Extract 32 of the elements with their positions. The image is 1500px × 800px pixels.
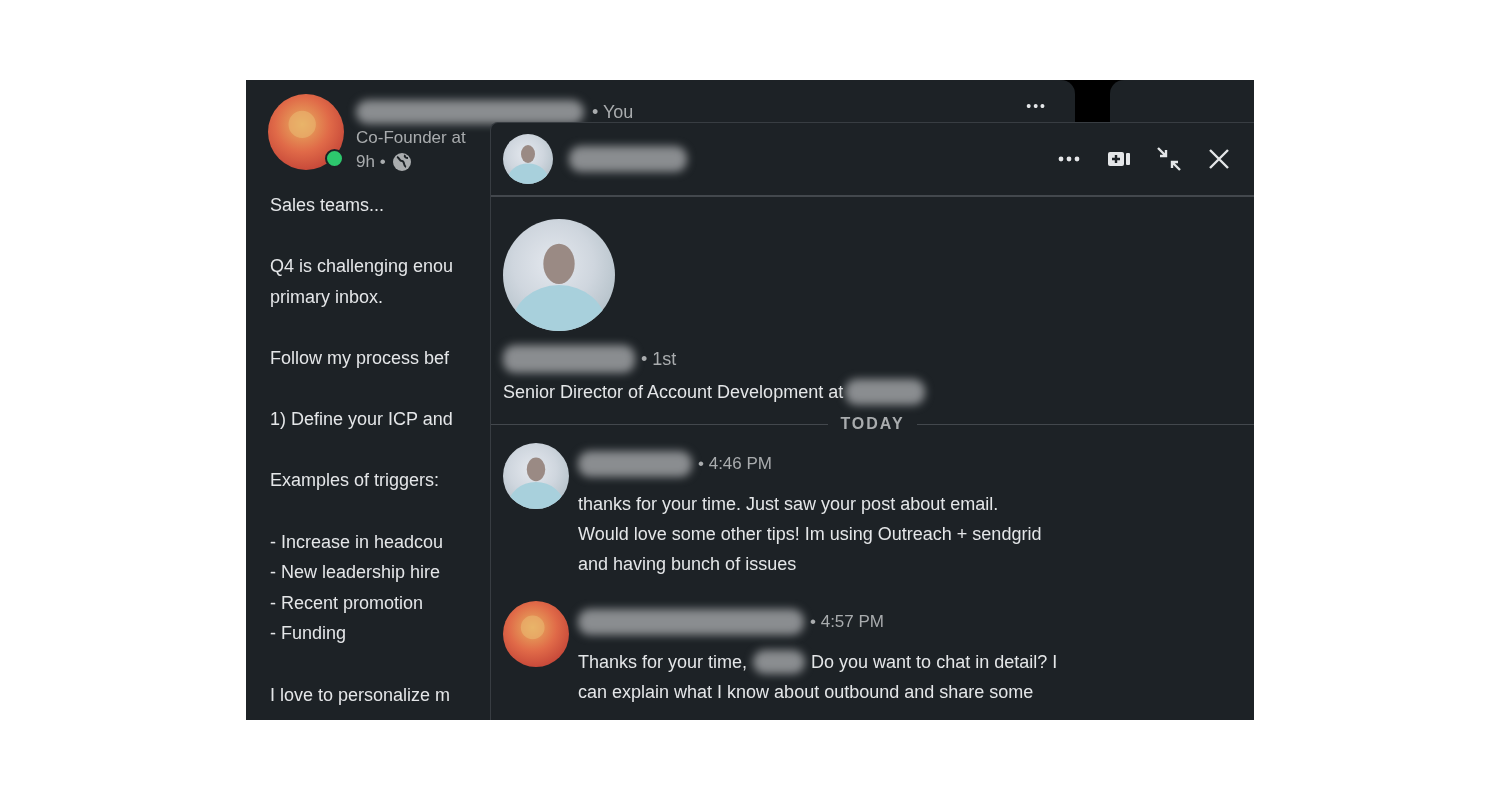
post-text: 1) Define your ICP and — [270, 408, 453, 432]
post-time: 9h • — [356, 152, 386, 172]
more-icon — [1058, 156, 1080, 162]
connection-degree: • 1st — [641, 348, 677, 370]
video-call-icon — [1107, 150, 1131, 168]
author-headline: Co-Founder at — [356, 128, 467, 148]
message-text: Thanks for your time, — [578, 651, 748, 673]
post-text: Q4 is challenging enou — [270, 255, 454, 279]
post-text: Follow my process bef — [270, 346, 450, 370]
message-text: Would love some other tips! Im using Outreach + sendgrid — [578, 523, 1042, 545]
globe-icon — [391, 152, 412, 172]
post-text: Sales teams... — [270, 194, 385, 217]
profile-headline: Senior Director of Account Development at — [503, 381, 844, 403]
message-text: thanks for your time. Just saw your post about email. — [578, 493, 999, 515]
message-time: • 4:57 PM — [810, 612, 884, 632]
post-text: - Recent promotion — [270, 591, 424, 615]
post-text: Examples of triggers: — [270, 469, 440, 493]
more-options-button[interactable]: ••• — [1026, 98, 1047, 114]
post-text: primary inbox. — [270, 285, 384, 309]
post-text: - Increase in headcou — [270, 530, 444, 554]
message-text: Do you want to chat in detail? I — [811, 651, 1058, 673]
post-text: - Funding — [270, 622, 347, 646]
author-label: • You — [592, 101, 634, 123]
close-icon — [1208, 148, 1230, 170]
post-text: - New leadership hire — [270, 561, 441, 585]
redacted-text — [753, 650, 806, 674]
message-time: • 4:46 PM — [698, 454, 772, 474]
message-text: can explain what I know about outbound and share some — [578, 681, 1034, 703]
minimize-icon — [1156, 146, 1182, 172]
date-divider: TODAY — [840, 415, 905, 433]
post-text: I love to personalize m — [270, 683, 451, 707]
message-text: and having bunch of issues — [578, 553, 797, 575]
